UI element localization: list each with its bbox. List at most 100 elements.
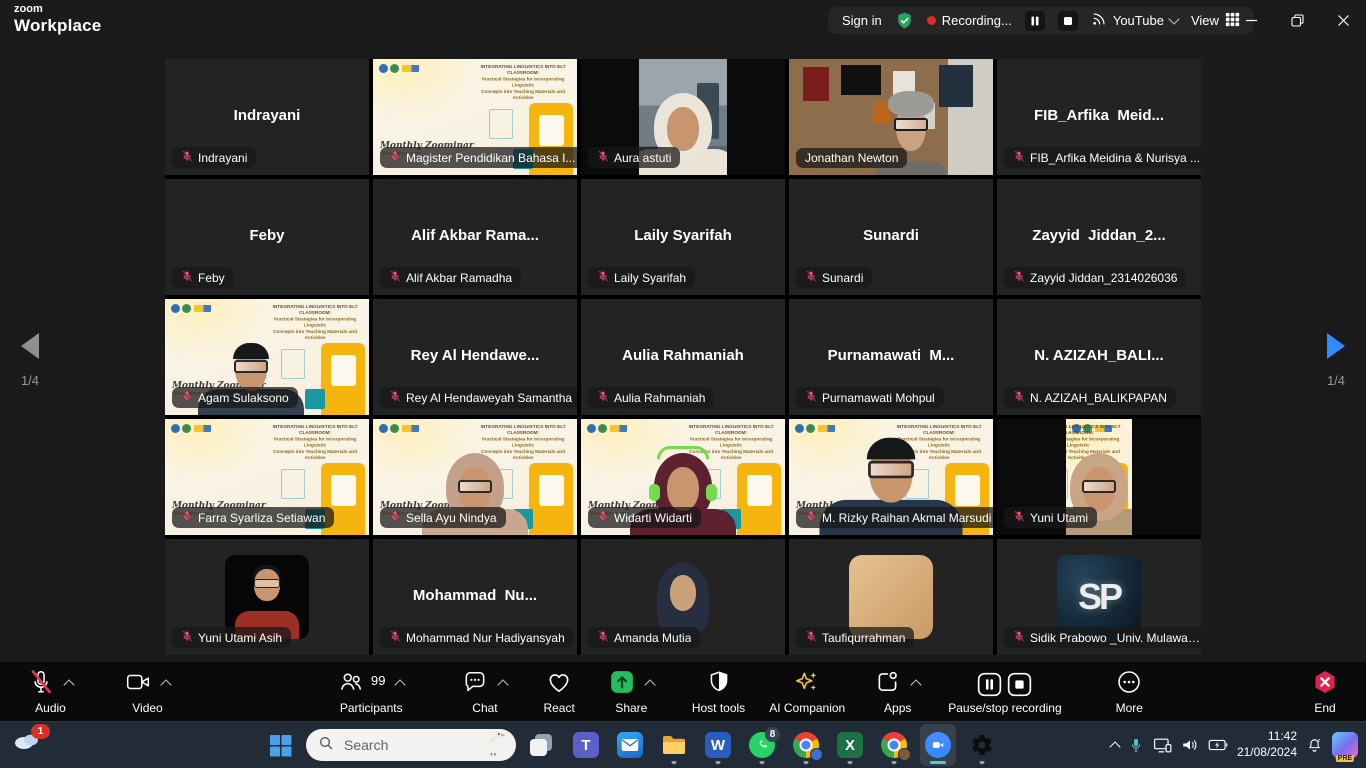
slide-decoration bbox=[281, 469, 305, 499]
taskbar-chrome-2-icon[interactable] bbox=[876, 724, 912, 766]
participant-label: Sidik Prabowo _Univ. Mulawar... bbox=[1030, 631, 1201, 645]
participant-label: Sunardi bbox=[822, 271, 863, 285]
participant-grid: IndrayaniIndrayaniINTEGRATING LINGUISTIC… bbox=[165, 59, 1201, 655]
tray-bell-icon[interactable]: z bbox=[1306, 737, 1323, 754]
toolbar-end-button[interactable]: End bbox=[1312, 670, 1338, 715]
slide-decoration bbox=[539, 115, 564, 146]
notification-badge: 1 bbox=[31, 724, 50, 739]
participant-label: Yuni Utami Asih bbox=[198, 631, 282, 645]
taskbar-teams-icon[interactable]: T bbox=[568, 724, 604, 766]
toolbar-apps-button[interactable]: Apps bbox=[875, 670, 920, 715]
pause-recording-button[interactable] bbox=[1025, 11, 1045, 31]
tray-chevron-icon[interactable] bbox=[1111, 739, 1119, 751]
tray-mic-icon[interactable] bbox=[1128, 737, 1144, 753]
minimize-button[interactable] bbox=[1228, 0, 1274, 41]
participant-tile-agam-sulaksono[interactable]: INTEGRATING LINGUISTICS INTO ELT CLASSRO… bbox=[165, 299, 369, 415]
toolbar-audio-button[interactable]: Audio bbox=[28, 670, 73, 715]
chevron-up-icon[interactable] bbox=[644, 679, 655, 690]
taskbar-zoom-icon[interactable] bbox=[920, 724, 956, 766]
participant-tile-magister-pendidikan-bahasa-i[interactable]: INTEGRATING LINGUISTICS INTO ELT CLASSRO… bbox=[373, 59, 577, 175]
security-shield-icon[interactable] bbox=[895, 11, 914, 30]
toolbar-video-button[interactable]: Video bbox=[125, 670, 170, 715]
taskbar-mail-icon[interactable] bbox=[612, 724, 648, 766]
search-box[interactable] bbox=[306, 729, 516, 761]
mic-muted-icon bbox=[181, 510, 193, 525]
gallery-next-button[interactable]: 1/4 bbox=[1312, 333, 1360, 388]
stop-recording-button[interactable] bbox=[1058, 11, 1078, 31]
participant-tile-m-rizky-raihan-akmal-marsudi[interactable]: INTEGRATING LINGUISTICS INTO ELT CLASSRO… bbox=[789, 419, 993, 535]
toolbar-more-button[interactable]: More bbox=[1116, 670, 1143, 715]
toolbar-share-button[interactable]: Share bbox=[609, 670, 654, 715]
participant-tile-zayyid-jiddan-2314026036[interactable]: Zayyid Jiddan_2...Zayyid Jiddan_23140260… bbox=[997, 179, 1201, 295]
toolbar-participants-button[interactable]: 99Participants bbox=[338, 670, 404, 715]
participant-label: Farra Syarliza Setiawan bbox=[198, 511, 325, 525]
participant-tile-amanda-mutia[interactable]: Amanda Mutia bbox=[581, 539, 785, 655]
participant-tile-farra-syarliza-setiawan[interactable]: INTEGRATING LINGUISTICS INTO ELT CLASSRO… bbox=[165, 419, 369, 535]
close-button[interactable] bbox=[1320, 0, 1366, 41]
participant-label: Widarti Widarti bbox=[614, 511, 692, 525]
participant-tile-taufiqurrahman[interactable]: Taufiqurrahman bbox=[789, 539, 993, 655]
toolbar-chat-button[interactable]: Chat bbox=[462, 670, 507, 715]
toolbar-react-button[interactable]: React bbox=[543, 670, 574, 715]
participant-tile-rey-al-hendaweyah-samantha[interactable]: Rey Al Hendawe...Rey Al Hendaweyah Saman… bbox=[373, 299, 577, 415]
toolbar-ai-companion-button[interactable]: AI Companion bbox=[769, 670, 845, 715]
participant-tile-alif-akbar-ramadha[interactable]: Alif Akbar Rama...Alif Akbar Ramadha bbox=[373, 179, 577, 295]
restore-button[interactable] bbox=[1274, 0, 1320, 41]
participant-label: Sella Ayu Nindya bbox=[406, 511, 497, 525]
participant-tile-sella-ayu-nindya[interactable]: INTEGRATING LINGUISTICS INTO ELT CLASSRO… bbox=[373, 419, 577, 535]
participant-tile-aura-astuti[interactable]: Aura astuti bbox=[581, 59, 785, 175]
taskbar-whatsapp-icon[interactable]: 8 bbox=[744, 724, 780, 766]
participant-tile-jonathan-newton[interactable]: Jonathan Newton bbox=[789, 59, 993, 175]
participant-tile-aulia-rahmaniah[interactable]: Aulia RahmaniahAulia Rahmaniah bbox=[581, 299, 785, 415]
participant-label-chip: N. AZIZAH_BALIKPAPAN bbox=[1004, 387, 1176, 408]
search-input[interactable] bbox=[342, 736, 474, 754]
taskbar-copilot-icon[interactable]: PRE bbox=[1332, 732, 1358, 758]
chevron-up-icon[interactable] bbox=[911, 679, 922, 690]
tray-cast-icon[interactable] bbox=[1153, 737, 1172, 754]
toolbar-pause-stop-recording-button[interactable]: Pause/stop recording bbox=[948, 670, 1061, 715]
taskbar-task-view-icon[interactable] bbox=[524, 724, 560, 766]
participant-tile-sunardi[interactable]: SunardiSunardi bbox=[789, 179, 993, 295]
taskbar-search-icon[interactable] bbox=[306, 724, 516, 766]
participant-name: Feby bbox=[165, 227, 369, 244]
participant-tile-indrayani[interactable]: IndrayaniIndrayani bbox=[165, 59, 369, 175]
mic-muted-icon bbox=[389, 390, 401, 405]
taskbar-word-icon[interactable]: W bbox=[700, 724, 736, 766]
taskbar-start-icon[interactable] bbox=[262, 724, 298, 766]
taskbar-clock[interactable]: 11:4221/08/2024 bbox=[1237, 729, 1297, 760]
participant-tile-widarti-widarti[interactable]: INTEGRATING LINGUISTICS INTO ELT CLASSRO… bbox=[581, 419, 785, 535]
taskbar-weather-widget[interactable]: 1 bbox=[12, 727, 52, 763]
participant-tile-laily-syarifah[interactable]: Laily SyarifahLaily Syarifah bbox=[581, 179, 785, 295]
mic-muted-icon bbox=[805, 630, 817, 645]
taskbar-settings-icon[interactable] bbox=[964, 724, 1000, 766]
chevron-up-icon[interactable] bbox=[498, 679, 509, 690]
participants-icon bbox=[338, 669, 364, 700]
gallery-prev-button[interactable]: 1/4 bbox=[6, 333, 54, 388]
taskbar-file-explorer-icon[interactable] bbox=[656, 724, 692, 766]
participant-tile-yuni-utami[interactable]: INTEGRATING LINGUISTICS INTO ELT CLASSRO… bbox=[997, 419, 1201, 535]
chevron-up-icon[interactable] bbox=[160, 679, 171, 690]
sign-in-button[interactable]: Sign in bbox=[842, 13, 882, 28]
taskbar-chrome-icon[interactable] bbox=[788, 724, 824, 766]
participant-tile-feby[interactable]: Feby Feby bbox=[165, 179, 369, 295]
chevron-up-icon[interactable] bbox=[395, 679, 406, 690]
taskbar-excel-icon[interactable]: X bbox=[832, 724, 868, 766]
chevron-up-icon[interactable] bbox=[63, 679, 74, 690]
slide-logo-icon bbox=[402, 425, 419, 432]
end-icon bbox=[1312, 669, 1338, 700]
host-tools-icon bbox=[706, 669, 732, 700]
participant-label-chip: Feby bbox=[172, 267, 234, 288]
participant-tile-purnamawati-mohpul[interactable]: Purnamawati M...Purnamawati Mohpul bbox=[789, 299, 993, 415]
slide-decoration bbox=[331, 475, 356, 506]
slide-logo-icon bbox=[390, 64, 399, 73]
tray-battery-icon[interactable] bbox=[1208, 738, 1228, 752]
toolbar-host-tools-button[interactable]: Host tools bbox=[692, 670, 745, 715]
participant-tile-yuni-utami-asih[interactable]: Yuni Utami Asih bbox=[165, 539, 369, 655]
participant-tile-n-azizah-balikpapan[interactable]: N. AZIZAH_BALI...N. AZIZAH_BALIKPAPAN bbox=[997, 299, 1201, 415]
participant-tile-sidik-prabowo-univ-mulawar[interactable]: SPSidik Prabowo _Univ. Mulawar... bbox=[997, 539, 1201, 655]
youtube-live-button[interactable]: YouTube bbox=[1091, 11, 1178, 30]
participant-label: N. AZIZAH_BALIKPAPAN bbox=[1030, 391, 1167, 405]
participant-tile-mohammad-nur-hadiyansyah[interactable]: Mohammad Nu...Mohammad Nur Hadiyansyah bbox=[373, 539, 577, 655]
participant-tile-fib-arfika-meidina-nurisya[interactable]: FIB_Arfika Meid...FIB_Arfika Meidina & N… bbox=[997, 59, 1201, 175]
tray-volume-icon[interactable] bbox=[1181, 737, 1199, 753]
